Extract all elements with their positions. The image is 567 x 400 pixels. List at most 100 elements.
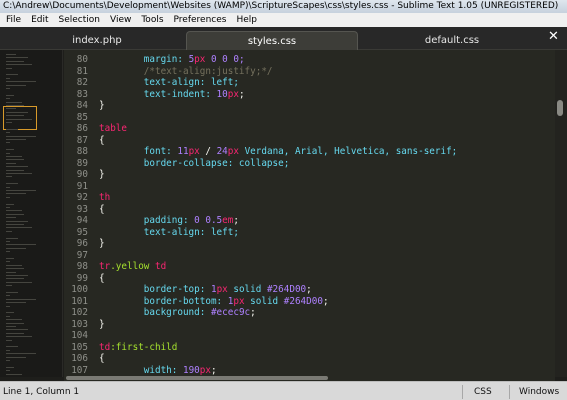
minimap-line [6,356,26,358]
code-line[interactable]: { [99,353,105,365]
code-line[interactable]: border-collapse: collapse; [99,157,290,170]
close-tab-icon[interactable]: ✕ [546,29,561,44]
code-token: { [99,134,105,146]
minimap-line [6,373,22,375]
line-number: 95 [76,226,88,238]
minimap-line [6,244,36,246]
minimap-line [6,152,10,154]
code-token: solid [244,295,284,307]
minimap-line [6,101,22,103]
minimap-line [6,305,10,307]
minimap-line [6,210,22,212]
minimap-line [6,166,28,168]
code-line[interactable]: margin: 5px 0 0 0; [99,54,245,66]
code-token: /*text-align:justify;*/ [99,65,273,77]
minimap-line [6,227,32,229]
minimap-line [6,203,14,205]
code-token: padding: [99,215,195,226]
syntax-selector[interactable]: CSS [474,387,492,397]
code-line[interactable]: { [99,135,105,147]
menu-file[interactable]: File [1,13,26,27]
code-line[interactable]: { [99,273,105,285]
code-token: } [99,238,105,249]
horizontal-scroll-thumb[interactable] [66,376,328,380]
code-token: px [194,54,206,65]
code-line[interactable]: tr.yellow td [99,261,166,273]
vertical-scrollbar[interactable] [555,50,567,377]
code-line[interactable]: } [99,238,105,250]
line-number: 90 [76,169,88,180]
code-line[interactable]: border-bottom: 1px solid #264D00; [99,296,329,308]
line-number: 97 [76,249,88,261]
code-token: border-collapse: collapse; [99,157,290,169]
minimap-line [6,339,12,341]
line-endings-selector[interactable]: Windows [519,387,559,397]
line-number: 85 [76,111,88,123]
code-token: / [199,146,217,157]
code-token: font: [99,146,178,157]
code-line[interactable]: td:first-child [99,342,177,354]
menu-tools[interactable]: Tools [136,13,168,27]
vertical-scroll-thumb[interactable] [557,100,563,116]
minimap-line [6,207,10,208]
minimap-line [6,196,10,198]
code-token: px [233,295,245,307]
menu-view[interactable]: View [105,13,136,27]
minimap-line [6,98,10,100]
minimap-line [6,128,18,130]
line-number: 92 [76,192,88,203]
minimap[interactable] [0,50,63,377]
line-number: 84 [76,100,88,111]
code-line[interactable]: text-align: left; [99,227,239,239]
code-line[interactable]: table [99,123,127,135]
minimap-line [6,176,12,178]
line-number: 101 [71,295,88,307]
code-line[interactable]: } [99,169,105,181]
code-line[interactable]: font: 11px / 24px Verdana, Arial, Helvet… [99,146,458,158]
minimap-line [6,159,24,161]
minimap-line [6,322,24,324]
code-line[interactable]: padding: 0 0.5em; [99,215,239,227]
cursor-position: Line 1, Column 1 [3,387,80,397]
minimap-line [6,162,16,164]
minimap-line [6,88,10,89]
tab-styles-css[interactable]: styles.css [186,31,358,50]
code-line[interactable]: th [99,192,110,204]
code-line[interactable]: } [99,100,105,112]
code-line[interactable]: /*text-align:justify;*/ [99,66,273,78]
line-number: 104 [71,330,88,341]
code-line[interactable]: background: #ecec9c; [99,307,256,319]
line-number: 93 [76,203,88,215]
minimap-line [6,237,18,239]
minimap-line [6,319,22,321]
code-line[interactable]: text-align: left; [99,77,239,89]
menu-preferences[interactable]: Preferences [169,13,232,27]
menu-help[interactable]: Help [231,13,262,27]
code-line[interactable]: text-indent: 10px; [99,89,245,101]
line-number: 99 [76,272,88,284]
code-token: { [99,353,105,364]
minimap-line [6,190,36,191]
minimap-line [6,169,24,171]
minimap-line [6,122,12,123]
line-number: 89 [76,157,88,169]
code-token: text-align: left; [99,226,239,238]
code-editor[interactable]: margin: 5px 0 0 0; /*text-align:justify;… [94,50,555,377]
code-line[interactable]: border-top: 1px solid #264D00; [99,284,312,296]
code-token: :first-child [110,341,178,353]
code-token: text-align: left; [99,77,239,88]
menu-edit[interactable]: Edit [26,13,53,27]
line-number: 94 [76,215,88,226]
minimap-line [6,326,16,327]
tab-default-css[interactable]: default.css [362,31,542,50]
minimap-line [6,261,10,263]
minimap-line [6,360,10,361]
code-token: 24 [216,146,228,157]
minimap-line [6,366,14,368]
minimap-line [6,183,18,185]
code-line[interactable]: } [99,319,105,331]
tab-index-php[interactable]: index.php [12,31,182,50]
menu-selection[interactable]: Selection [54,13,105,27]
code-line[interactable]: { [99,204,105,216]
minimap-line [6,329,28,331]
